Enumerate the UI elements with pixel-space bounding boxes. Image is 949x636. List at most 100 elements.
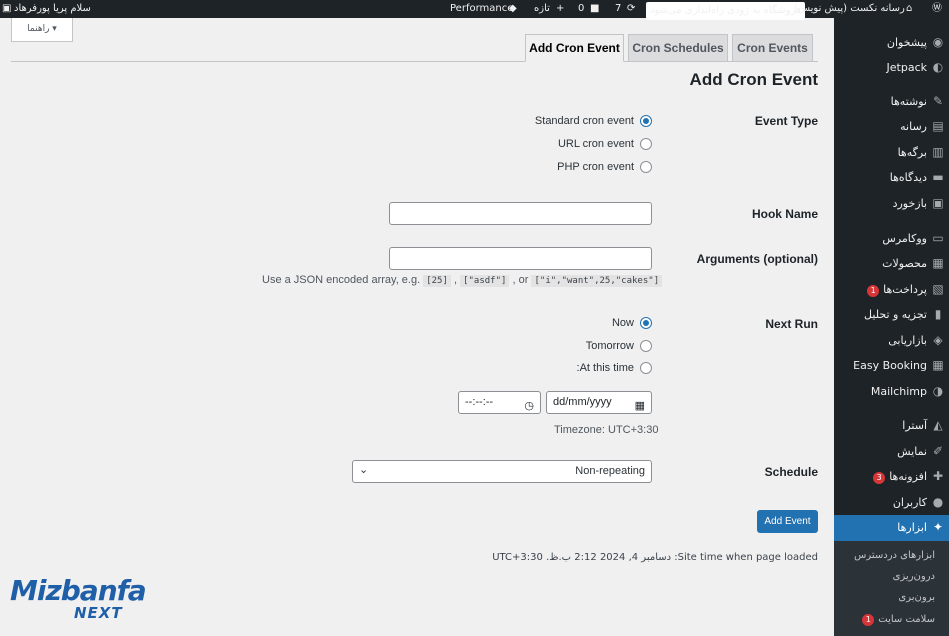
performance-icon: ◆ xyxy=(509,3,517,14)
site-time-text: Site time when page loaded: دسامبر 4, 20… xyxy=(492,552,818,563)
home-icon[interactable]: ⌂ xyxy=(906,0,912,18)
clock-icon[interactable]: ◷ xyxy=(524,396,534,417)
sidebar-item-3[interactable]: ▤ رسانه xyxy=(834,114,949,140)
calendar-picker-icon[interactable]: ▦ xyxy=(635,396,645,417)
sidebar-item-1[interactable]: ◐ Jetpack xyxy=(834,55,949,81)
help-toggle[interactable]: راهنما ▾ xyxy=(11,18,73,42)
example-code: ["asdf"] xyxy=(460,275,510,287)
store-coming-soon-badge[interactable]: فروشگاه به زودی راه‌اندازی می‌شود xyxy=(646,2,805,20)
sidebar-item-10[interactable]: ▮ تجزیه و تحلیل xyxy=(834,302,949,328)
sidebar-item-label: پیشخوان xyxy=(887,36,927,49)
arguments-input[interactable] xyxy=(389,247,652,270)
sidebar-item-13[interactable]: ◑ Mailchimp xyxy=(834,379,949,405)
sidebar-item-label: نوشته‌ها xyxy=(891,95,927,108)
sidebar-label-text: بازاریابی xyxy=(888,334,927,347)
radio-button[interactable] xyxy=(640,362,652,374)
new-content-label[interactable]: تازه xyxy=(534,0,550,18)
comments-count[interactable]: 0 xyxy=(578,0,584,18)
sidebar-item-6[interactable]: ▣ بازخورد xyxy=(834,191,949,217)
mizbanfa-logo: Mizbanfa NEXT xyxy=(10,574,147,622)
radio-button[interactable] xyxy=(640,115,652,127)
radio-button[interactable] xyxy=(640,138,652,150)
sidebar-label-text: نمایش xyxy=(897,445,927,458)
time-input[interactable]: --:--:-- ◷ xyxy=(458,391,541,414)
sidebar-label-text: ابزارها xyxy=(897,521,927,534)
submenu-label: برون‌بری xyxy=(898,592,935,603)
hint-separator: , or xyxy=(512,274,529,286)
radio-url-label: URL cron event xyxy=(557,138,634,150)
radio-php-cron[interactable]: PHP cron event xyxy=(557,160,652,174)
chevron-down-icon: ⌄ xyxy=(359,463,369,476)
radio-button[interactable] xyxy=(640,340,652,352)
sidebar-item-9[interactable]: ▧ پرداخت‌ها1 xyxy=(834,277,949,303)
sidebar-label-text: بازخورد xyxy=(892,197,927,210)
admin-bar: ▣ سلام پریا پورفرهاد Performance ◆ تازه … xyxy=(0,0,949,20)
sidebar-item-0[interactable]: ◉ پیشخوان xyxy=(834,30,949,56)
schedule-select[interactable]: ⌄ Non-repeating xyxy=(352,460,652,483)
sidebar-label-text: ووکامرس xyxy=(882,232,927,245)
sidebar-item-17[interactable]: ● کاربران xyxy=(834,490,949,516)
sidebar-label-text: Mailchimp xyxy=(870,385,927,398)
submenu-export[interactable]: برون‌بری xyxy=(834,588,949,608)
sidebar-item-label: نمایش xyxy=(897,445,927,458)
sidebar-item-4[interactable]: ▥ برگه‌ها xyxy=(834,140,949,166)
plus-icon[interactable]: + xyxy=(556,0,564,18)
sidebar-item-label: محصولات xyxy=(882,257,927,270)
radio-url-cron[interactable]: URL cron event xyxy=(558,137,652,151)
user-greeting[interactable]: سلام پریا پورفرهاد xyxy=(14,0,91,18)
sidebar-item-12[interactable]: ▦ Easy Booking xyxy=(834,353,949,379)
example-code: ["i","want",25,"cakes"] xyxy=(531,275,663,287)
radio-now[interactable]: Now xyxy=(612,316,652,330)
submenu-site-health[interactable]: سلامت سایت1 xyxy=(834,610,949,630)
date-input[interactable]: dd/mm/yyyy ▦ xyxy=(546,391,652,414)
event-type-label: Event Type xyxy=(754,114,818,128)
sidebar-item-16[interactable]: ✚ افزونه‌ها3 xyxy=(834,464,949,490)
tab-add-cron-event[interactable]: Add Cron Event xyxy=(525,34,624,62)
sidebar-item-11[interactable]: ◈ بازاریابی xyxy=(834,328,949,354)
time-placeholder: --:--:-- xyxy=(465,396,494,408)
hint-separator: , xyxy=(453,274,458,286)
hook-name-input[interactable] xyxy=(389,202,652,225)
sidebar-item-18[interactable]: ✦ ابزارها xyxy=(828,515,949,541)
radio-button[interactable] xyxy=(640,317,652,329)
sidebar-item-label: Mailchimp xyxy=(871,385,927,398)
date-placeholder: dd/mm/yyyy xyxy=(553,396,612,408)
wordpress-logo-icon[interactable]: Ⓦ xyxy=(932,0,942,18)
sidebar-item-label: دیدگاه‌ها xyxy=(890,171,927,184)
radio-standard-cron[interactable]: Standard cron event xyxy=(535,114,652,128)
feedback-icon: ▣ xyxy=(932,196,944,210)
updates-count[interactable]: 7 xyxy=(615,0,621,18)
user-avatar[interactable]: ▣ xyxy=(2,0,11,18)
sidebar-item-5[interactable]: ▬ دیدگاه‌ها xyxy=(834,165,949,191)
radio-tomorrow[interactable]: Tomorrow xyxy=(586,339,652,353)
radio-button[interactable] xyxy=(640,161,652,173)
site-name-link[interactable]: رسانه نکست (پیش نویس) xyxy=(794,0,905,18)
radio-at-time-label: At this time: xyxy=(576,362,634,374)
sidebar-item-8[interactable]: ▦ محصولات xyxy=(834,251,949,277)
appearance-icon: ✐ xyxy=(932,444,944,458)
products-icon: ▦ xyxy=(932,256,944,270)
add-event-button[interactable]: Add Event xyxy=(757,510,818,533)
woo-icon: ▭ xyxy=(932,231,944,245)
updates-icon[interactable]: ⟳ xyxy=(627,0,635,18)
sidebar-item-15[interactable]: ✐ نمایش xyxy=(834,439,949,465)
dashboard-icon: ◉ xyxy=(932,35,944,49)
mailchimp-icon: ◑ xyxy=(932,384,944,398)
submenu-available-tools[interactable]: ابزارهای دردسترس xyxy=(834,546,949,566)
tab-cron-schedules[interactable]: Cron Schedules xyxy=(628,34,728,62)
sidebar-item-label: پرداخت‌ها1 xyxy=(867,283,927,297)
comment-bubble-icon[interactable]: ■ xyxy=(590,0,599,18)
sidebar-item-label: تجزیه و تحلیل xyxy=(864,308,927,321)
sidebar-item-7[interactable]: ▭ ووکامرس xyxy=(834,226,949,252)
sidebar-label-text: Jetpack xyxy=(886,61,927,74)
performance-link[interactable]: Performance xyxy=(450,0,513,18)
sidebar-item-14[interactable]: ◭ آسترا xyxy=(834,413,949,439)
submenu-import[interactable]: درون‌ریزی xyxy=(834,567,949,587)
next-run-label: Next Run xyxy=(765,317,818,331)
radio-at-this-time[interactable]: At this time: xyxy=(577,361,652,375)
sidebar-item-label: بازخورد xyxy=(893,197,927,210)
tools-submenu: ابزارهای دردسترس درون‌ریزی برون‌بری سلام… xyxy=(834,541,949,636)
tab-cron-events[interactable]: Cron Events xyxy=(732,34,813,62)
hook-name-label: Hook Name xyxy=(751,207,818,221)
sidebar-item-2[interactable]: ✎ نوشته‌ها xyxy=(834,89,949,115)
